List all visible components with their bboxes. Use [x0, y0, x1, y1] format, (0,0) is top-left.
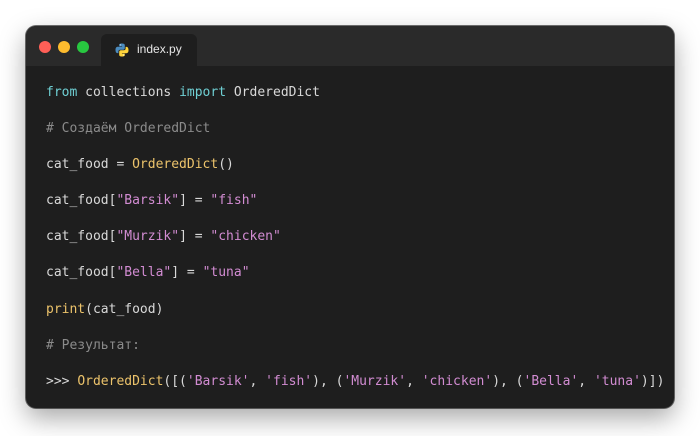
comment: # Результат:: [46, 338, 140, 353]
zoom-button[interactable]: [77, 41, 89, 53]
code-line-9: >>> OrderedDict([('Barsik', 'fish'), ('M…: [46, 373, 664, 391]
code-line-6: cat_food["Bella"] = "tuna": [46, 264, 250, 282]
punctuation: ,: [249, 374, 266, 389]
string-key: 'Barsik': [186, 374, 250, 389]
function-name: OrderedDict: [77, 374, 164, 389]
punctuation: (): [218, 157, 234, 172]
assignment: ] =: [171, 265, 203, 280]
string-value: "chicken": [210, 229, 281, 244]
string-key: "Murzik": [116, 229, 180, 244]
close-button[interactable]: [39, 41, 51, 53]
code-line-3: cat_food = OrderedDict(): [46, 156, 234, 174]
comment: # Создаём OrderedDict: [46, 121, 211, 136]
string-key: 'Murzik': [343, 374, 407, 389]
function-name: OrderedDict: [132, 157, 219, 172]
string-value: 'tuna': [593, 374, 641, 389]
code-line-4: cat_food["Barsik"] = "fish": [46, 192, 257, 210]
variable: cat_food[: [46, 193, 117, 208]
code-line-2: # Создаём OrderedDict: [46, 120, 210, 138]
code-block: from collections import OrderedDict # Со…: [46, 84, 664, 389]
imported-name: OrderedDict: [226, 85, 320, 100]
keyword-from: from: [46, 85, 78, 100]
string-value: 'chicken': [421, 374, 493, 389]
code-line-1: from collections import OrderedDict: [46, 84, 320, 102]
file-tab[interactable]: index.py: [101, 34, 197, 66]
keyword-import: import: [179, 85, 227, 100]
python-icon: [115, 43, 129, 57]
title-bar: index.py: [26, 26, 674, 66]
variable: cat_food =: [46, 157, 133, 172]
code-line-8: # Результат:: [46, 337, 140, 355]
string-key: "Bella": [116, 265, 172, 280]
string-key: 'Bella': [523, 374, 579, 389]
punctuation: ([(: [163, 374, 187, 389]
variable: cat_food[: [46, 265, 117, 280]
string-key: "Barsik": [116, 193, 180, 208]
call-args: (cat_food): [85, 302, 164, 317]
function-name: print: [46, 302, 86, 317]
punctuation: )]): [640, 374, 665, 389]
string-value: "tuna": [202, 265, 250, 280]
punctuation: ), (: [492, 374, 524, 389]
repl-prompt: >>>: [46, 374, 78, 389]
punctuation: ), (: [312, 374, 344, 389]
minimize-button[interactable]: [58, 41, 70, 53]
string-value: "fish": [210, 193, 258, 208]
assignment: ] =: [179, 229, 211, 244]
module-name: collections: [77, 85, 180, 100]
tab-filename: index.py: [137, 42, 182, 56]
variable: cat_food[: [46, 229, 117, 244]
string-value: 'fish': [265, 374, 313, 389]
code-line-7: print(cat_food): [46, 301, 163, 319]
code-window: index.py from collections import Ordered…: [26, 26, 674, 408]
code-line-5: cat_food["Murzik"] = "chicken": [46, 228, 281, 246]
punctuation: ,: [578, 374, 594, 389]
punctuation: ,: [406, 374, 422, 389]
assignment: ] =: [179, 193, 211, 208]
